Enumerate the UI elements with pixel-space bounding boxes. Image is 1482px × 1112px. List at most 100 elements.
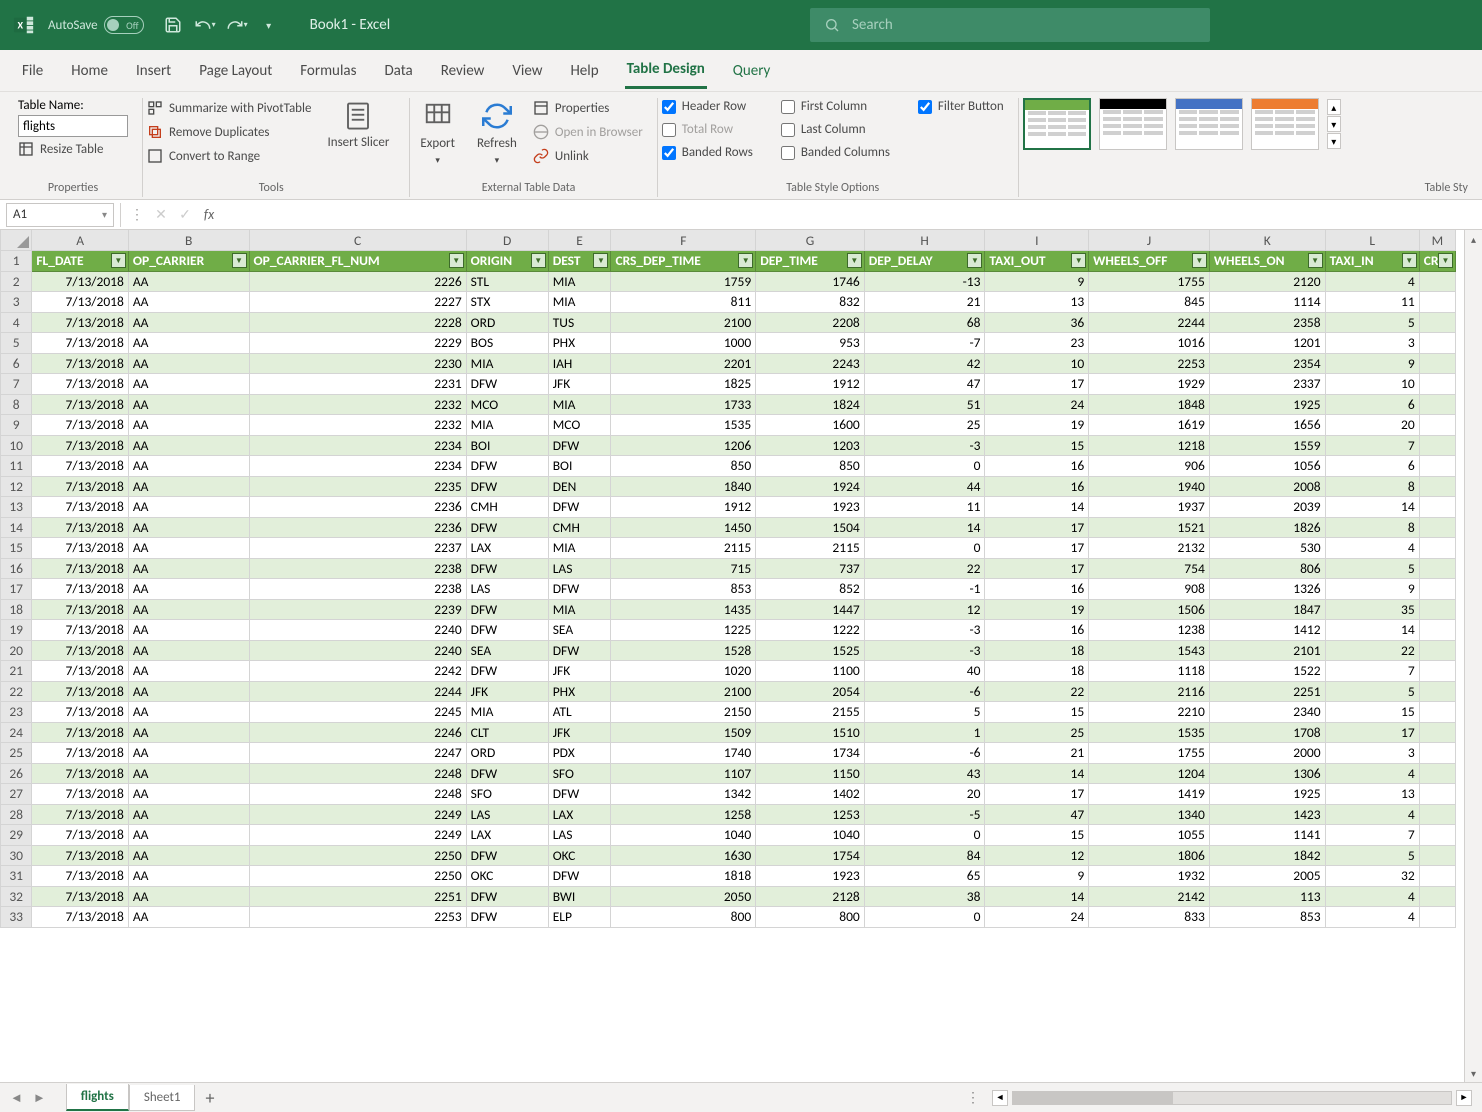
cell[interactable]: AA (128, 743, 249, 764)
cell[interactable]: MIA (466, 702, 548, 723)
row-header[interactable]: 17 (1, 579, 32, 600)
cell[interactable]: AA (128, 825, 249, 846)
spreadsheet-grid[interactable]: ABCDEFGHIJKLM1FL_DATE▼OP_CARRIER▼OP_CARR… (0, 230, 1482, 1082)
cell[interactable]: 1925 (1209, 394, 1325, 415)
cell[interactable]: DFW (466, 763, 548, 784)
cell[interactable]: 14 (985, 497, 1089, 518)
cell[interactable]: PHX (548, 333, 611, 354)
cell[interactable]: 36 (985, 312, 1089, 333)
ribbon-tab-insert[interactable]: Insert (134, 54, 173, 88)
row-header[interactable]: 31 (1, 866, 32, 887)
cell[interactable]: 811 (611, 292, 756, 313)
cell[interactable]: AA (128, 886, 249, 907)
cell[interactable]: OKC (466, 866, 548, 887)
cell[interactable]: DFW (548, 784, 611, 805)
cell[interactable]: 2128 (756, 886, 865, 907)
cell[interactable]: 16 (985, 579, 1089, 600)
ribbon-tab-page-layout[interactable]: Page Layout (197, 54, 274, 88)
cell[interactable] (1419, 743, 1455, 764)
cell[interactable]: 1740 (611, 743, 756, 764)
cell[interactable]: ORD (466, 312, 548, 333)
table-row[interactable]: 177/13/2018AA2238LASDFW853852-1169081326… (1, 579, 1456, 600)
cell[interactable]: 5 (1325, 558, 1419, 579)
cell[interactable]: 2116 (1089, 681, 1210, 702)
cell[interactable]: 7/13/2018 (32, 661, 129, 682)
table-row[interactable]: 57/13/2018AA2229BOSPHX1000953-7231016120… (1, 333, 1456, 354)
cell[interactable]: 1016 (1089, 333, 1210, 354)
cell[interactable]: 0 (864, 538, 985, 559)
cell[interactable]: 9 (1325, 353, 1419, 374)
cell[interactable]: 0 (864, 456, 985, 477)
cell[interactable]: 1733 (611, 394, 756, 415)
cell[interactable]: 1055 (1089, 825, 1210, 846)
cell[interactable]: 7/13/2018 (32, 415, 129, 436)
cell[interactable] (1419, 435, 1455, 456)
cell[interactable]: 2000 (1209, 743, 1325, 764)
cell[interactable]: 1923 (756, 866, 865, 887)
cell[interactable]: 6 (1325, 394, 1419, 415)
cell[interactable]: 5 (864, 702, 985, 723)
cell[interactable]: 1342 (611, 784, 756, 805)
cell[interactable]: 40 (864, 661, 985, 682)
cell[interactable]: 1218 (1089, 435, 1210, 456)
row-header[interactable]: 22 (1, 681, 32, 702)
first-column-checkbox[interactable]: First Column (781, 98, 890, 115)
row-header[interactable]: 10 (1, 435, 32, 456)
cell[interactable]: 2230 (249, 353, 466, 374)
table-row[interactable]: 197/13/2018AA2240DFWSEA12251222-31612381… (1, 620, 1456, 641)
cell[interactable]: LAX (466, 538, 548, 559)
cell[interactable]: 7/13/2018 (32, 886, 129, 907)
column-header[interactable]: C (249, 230, 466, 251)
cell[interactable]: AA (128, 292, 249, 313)
cell[interactable]: BOI (548, 456, 611, 477)
cell[interactable]: 1840 (611, 476, 756, 497)
cell[interactable] (1419, 333, 1455, 354)
cell[interactable]: 7/13/2018 (32, 292, 129, 313)
cell[interactable]: CMH (548, 517, 611, 538)
cell[interactable]: 38 (864, 886, 985, 907)
table-row[interactable]: 87/13/2018AA2232MCOMIA173318245124184819… (1, 394, 1456, 415)
split-grip-icon[interactable]: ⋮ (966, 1089, 980, 1106)
table-row[interactable]: 287/13/2018AA2249LASLAX12581253-54713401… (1, 804, 1456, 825)
table-styles-gallery[interactable]: ▴▾▾ (1023, 98, 1341, 150)
cell[interactable]: 1450 (611, 517, 756, 538)
cell[interactable]: STL (466, 271, 548, 292)
row-header[interactable]: 5 (1, 333, 32, 354)
cell[interactable]: 2240 (249, 620, 466, 641)
fx-icon[interactable]: fx (199, 206, 219, 223)
cell[interactable]: 22 (985, 681, 1089, 702)
cell[interactable] (1419, 886, 1455, 907)
filter-dropdown-icon[interactable]: ▼ (111, 253, 126, 268)
cell[interactable]: 5 (1325, 681, 1419, 702)
table-row[interactable]: 27/13/2018AA2226STLMIA17591746-139175521… (1, 271, 1456, 292)
filter-dropdown-icon[interactable]: ▼ (593, 253, 608, 268)
cell[interactable]: 2251 (249, 886, 466, 907)
filter-dropdown-icon[interactable]: ▼ (232, 253, 247, 268)
cell[interactable]: 1929 (1089, 374, 1210, 395)
cell[interactable] (1419, 661, 1455, 682)
row-header[interactable]: 24 (1, 722, 32, 743)
qat-customize-icon[interactable]: ▾ (258, 14, 280, 36)
cell[interactable]: 2008 (1209, 476, 1325, 497)
column-header[interactable]: L (1325, 230, 1419, 251)
cell[interactable]: 2242 (249, 661, 466, 682)
filter-dropdown-icon[interactable]: ▼ (847, 253, 862, 268)
table-row[interactable]: 297/13/2018AA2249LAXLAS10401040015105511… (1, 825, 1456, 846)
filter-dropdown-icon[interactable]: ▼ (967, 253, 982, 268)
convert-range-button[interactable]: Convert to Range (147, 146, 311, 166)
table-row[interactable]: 307/13/2018AA2250DFWOKC16301754841218061… (1, 845, 1456, 866)
cell[interactable]: 2039 (1209, 497, 1325, 518)
row-header[interactable]: 15 (1, 538, 32, 559)
column-header[interactable]: K (1209, 230, 1325, 251)
insert-slicer-button[interactable]: Insert Slicer (321, 98, 395, 152)
table-column-header[interactable]: OP_CARRIER_FL_NUM▼ (249, 251, 466, 272)
cell[interactable]: 2250 (249, 866, 466, 887)
banded-columns-checkbox[interactable]: Banded Columns (781, 144, 890, 161)
table-column-header[interactable]: DEST▼ (548, 251, 611, 272)
cell[interactable]: AA (128, 640, 249, 661)
cell[interactable]: DFW (466, 599, 548, 620)
cell[interactable]: AA (128, 394, 249, 415)
vertical-scrollbar[interactable]: ▴ ▾ (1464, 230, 1482, 1082)
cell[interactable]: 11 (864, 497, 985, 518)
hscroll-left-icon[interactable]: ◄ (992, 1090, 1008, 1106)
